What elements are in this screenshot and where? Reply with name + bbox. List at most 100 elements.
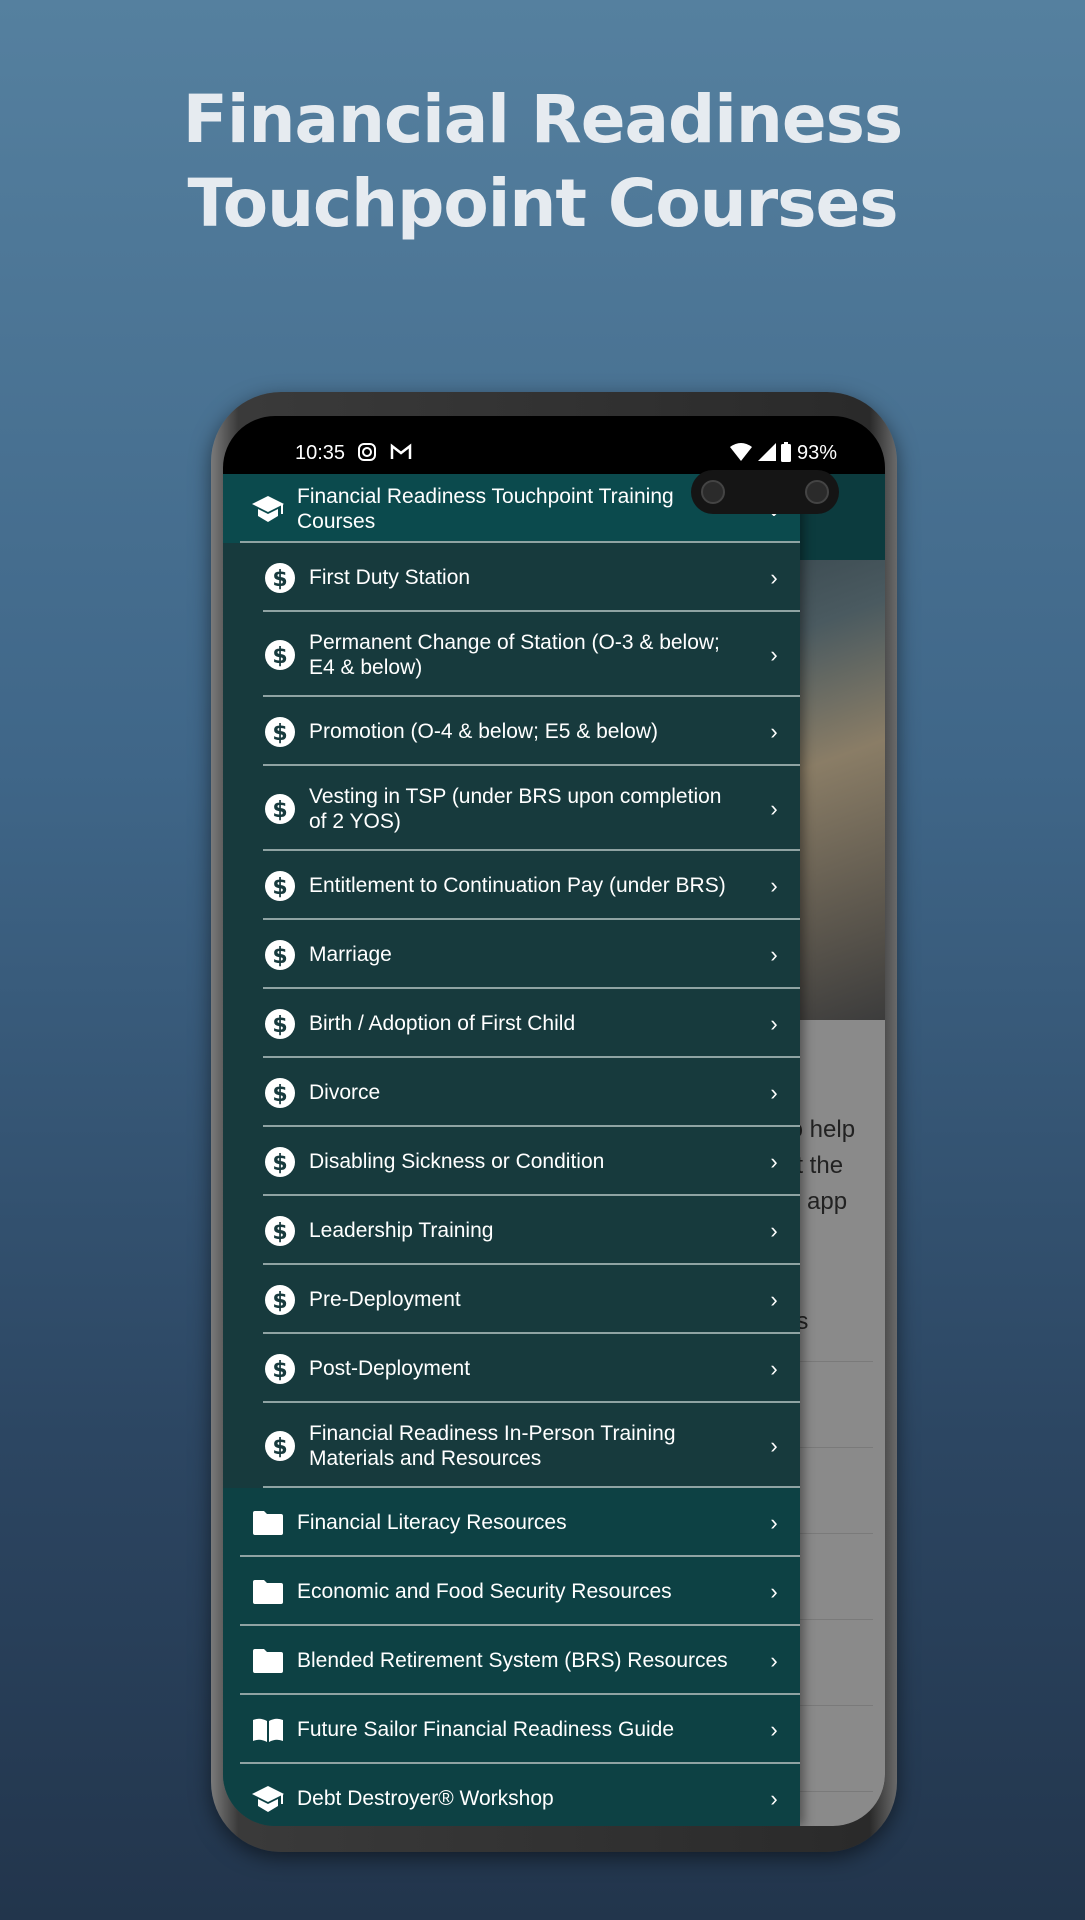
menu-item-label: Financial Readiness Touchpoint Training … — [297, 484, 674, 533]
dollar-icon: $ — [263, 1283, 297, 1317]
menu-item-label: Promotion (O-4 & below; E5 & below) — [309, 720, 658, 743]
phone-screen: 10:35 93% to help et the is app es Finan… — [223, 416, 885, 1826]
chevron-right-icon: › — [770, 942, 778, 967]
drawer-sub-item[interactable]: $ Financial Readiness In-Person Training … — [223, 1403, 800, 1488]
drawer-sub-item[interactable]: $ Leadership Training › — [223, 1196, 800, 1265]
book-icon — [251, 1713, 285, 1747]
drawer-sub-item[interactable]: $ Divorce › — [223, 1058, 800, 1127]
menu-item-label: Blended Retirement System (BRS) Resource… — [297, 1649, 728, 1672]
dollar-icon: $ — [263, 1429, 297, 1463]
menu-item-label: Disabling Sickness or Condition — [309, 1150, 605, 1173]
promo-title: Financial Readiness Touchpoint Courses — [0, 78, 1085, 246]
drawer-sub-item[interactable]: $ Vesting in TSP (under BRS upon completi… — [223, 766, 800, 851]
drawer-sub-item[interactable]: $ First Duty Station › — [223, 543, 800, 612]
menu-item-label: Divorce — [309, 1081, 381, 1104]
dollar-icon: $ — [263, 938, 297, 972]
drawer-sub-item[interactable]: $ Post-Deployment › — [223, 1334, 800, 1403]
dollar-icon: $ — [263, 715, 297, 749]
instagram-icon — [357, 443, 376, 461]
menu-item-label: Pre-Deployment — [309, 1288, 461, 1311]
menu-item-label: Entitlement to Continuation Pay (under B… — [309, 874, 726, 897]
dollar-icon: $ — [263, 1076, 297, 1110]
svg-text:$: $ — [272, 944, 287, 969]
chevron-right-icon: › — [770, 1011, 778, 1036]
chevron-right-icon: › — [770, 565, 778, 590]
drawer-item[interactable]: Future Sailor Financial Readiness Guide › — [223, 1695, 800, 1764]
svg-text:$: $ — [272, 1013, 287, 1038]
chevron-right-icon: › — [770, 1717, 778, 1742]
folder-icon — [251, 1644, 285, 1678]
menu-item-label: First Duty Station — [309, 566, 471, 589]
svg-text:$: $ — [272, 1435, 287, 1460]
chevron-right-icon: › — [770, 1648, 778, 1673]
drawer-sub-item[interactable]: $ Entitlement to Continuation Pay (under … — [223, 851, 800, 920]
chevron-right-icon: › — [770, 1510, 778, 1535]
chevron-right-icon: › — [770, 1287, 778, 1312]
chevron-right-icon: › — [770, 1218, 778, 1243]
svg-text:$: $ — [272, 1220, 287, 1245]
promo-title-line1: Financial Readiness — [182, 81, 903, 158]
battery-icon — [781, 442, 792, 462]
drawer-sub-item[interactable]: $ Marriage › — [223, 920, 800, 989]
drawer-item[interactable]: Blended Retirement System (BRS) Resource… — [223, 1626, 800, 1695]
dollar-icon: $ — [263, 1145, 297, 1179]
svg-text:$: $ — [272, 567, 287, 592]
drawer-sub-item[interactable]: $ Pre-Deployment › — [223, 1265, 800, 1334]
drawer-item[interactable]: Financial Literacy Resources › — [223, 1488, 800, 1557]
signal-icon — [757, 443, 776, 461]
svg-text:$: $ — [272, 1289, 287, 1314]
status-right: 93% — [730, 442, 837, 465]
drawer-sub-item[interactable]: $ Disabling Sickness or Condition › — [223, 1127, 800, 1196]
chevron-right-icon: › — [770, 1149, 778, 1174]
menu-item-label: Vesting in TSP (under BRS upon completio… — [309, 784, 722, 833]
dollar-icon: $ — [263, 1352, 297, 1386]
menu-item-label: Permanent Change of Station (O-3 & below… — [309, 630, 720, 679]
chevron-right-icon: › — [770, 1579, 778, 1604]
svg-text:$: $ — [272, 798, 287, 823]
chevron-right-icon: › — [770, 1080, 778, 1105]
folder-icon — [251, 1575, 285, 1609]
svg-text:$: $ — [272, 875, 287, 900]
navigation-drawer: Financial Readiness Touchpoint Training … — [223, 474, 800, 1826]
graduation-cap-icon — [251, 492, 285, 526]
dollar-icon: $ — [263, 792, 297, 826]
chevron-right-icon: › — [770, 873, 778, 898]
drawer-item[interactable]: Debt Destroyer® Workshop › — [223, 1764, 800, 1826]
drawer-sub-item[interactable]: $ Birth / Adoption of First Child › — [223, 989, 800, 1058]
chevron-right-icon: › — [770, 1786, 778, 1811]
camera-cutout — [691, 470, 839, 514]
dollar-icon: $ — [263, 1214, 297, 1248]
status-time: 10:35 — [295, 442, 412, 465]
graduation-cap-icon — [251, 1782, 285, 1816]
chevron-right-icon: › — [770, 796, 778, 821]
menu-item-label: Economic and Food Security Resources — [297, 1580, 672, 1603]
folder-icon — [251, 1506, 285, 1540]
dollar-icon: $ — [263, 869, 297, 903]
chevron-right-icon: › — [770, 1433, 778, 1458]
menu-item-label: Marriage — [309, 943, 392, 966]
menu-item-label: Leadership Training — [309, 1219, 494, 1242]
battery-percent: 93% — [796, 442, 837, 464]
svg-text:$: $ — [272, 721, 287, 746]
dollar-icon: $ — [263, 1007, 297, 1041]
promo-title-line2: Touchpoint Courses — [187, 165, 898, 242]
menu-item-label: Birth / Adoption of First Child — [309, 1012, 576, 1035]
status-bar: 10:35 93% — [223, 416, 885, 474]
menu-item-label: Financial Literacy Resources — [297, 1511, 567, 1534]
dollar-icon: $ — [263, 638, 297, 672]
dollar-icon: $ — [263, 561, 297, 595]
drawer-sub-item[interactable]: $ Promotion (O-4 & below; E5 & below) › — [223, 697, 800, 766]
chevron-right-icon: › — [770, 642, 778, 667]
svg-text:$: $ — [272, 1151, 287, 1176]
gmail-icon — [390, 443, 412, 459]
phone-frame: 10:35 93% to help et the is app es Finan… — [211, 392, 897, 1852]
menu-item-label: Post-Deployment — [309, 1357, 471, 1380]
drawer-sub-item[interactable]: $ Permanent Change of Station (O-3 & belo… — [223, 612, 800, 697]
menu-item-label: Future Sailor Financial Readiness Guide — [297, 1718, 675, 1741]
menu-item-label: Debt Destroyer® Workshop — [297, 1787, 554, 1810]
chevron-right-icon: › — [770, 1356, 778, 1381]
wifi-icon — [730, 443, 753, 461]
svg-text:$: $ — [272, 1082, 287, 1107]
drawer-item[interactable]: Economic and Food Security Resources › — [223, 1557, 800, 1626]
menu-item-label: Financial Readiness In-Person Training M… — [309, 1421, 676, 1470]
